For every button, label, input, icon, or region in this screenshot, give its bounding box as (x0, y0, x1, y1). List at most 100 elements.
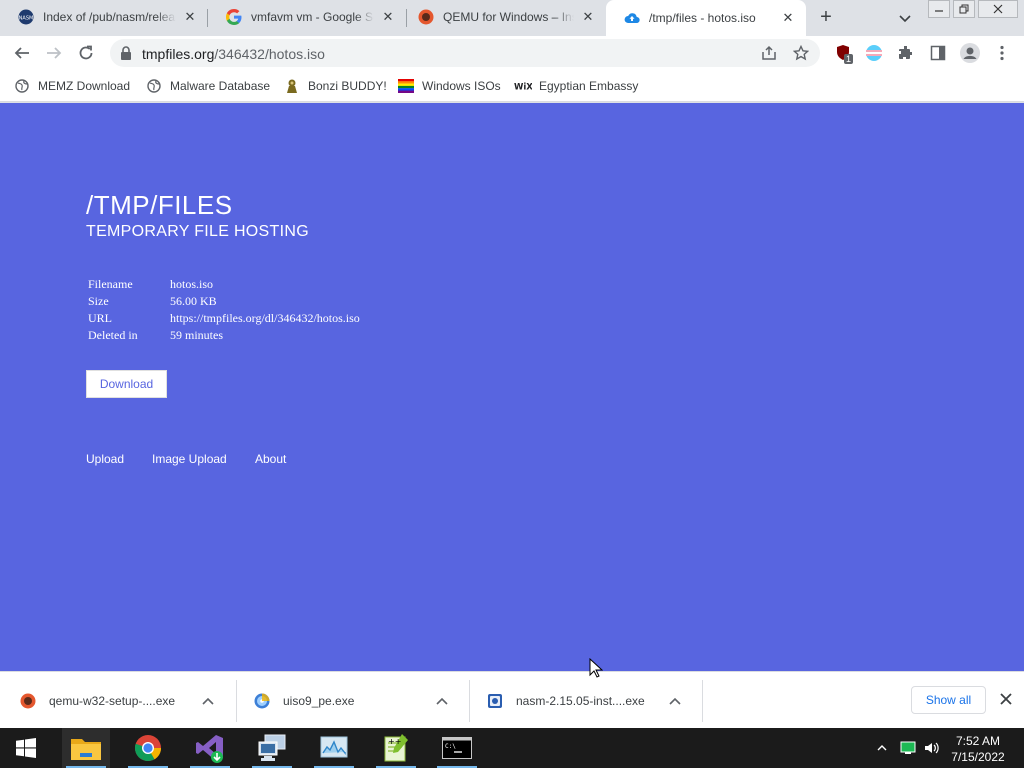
kebab-menu-icon (1000, 45, 1004, 61)
svg-text:WiX: WiX (514, 83, 532, 92)
tab-tmpfiles-active[interactable]: /tmp/files - hotos.iso ✕ (606, 0, 806, 36)
bookmark-memz-download[interactable]: MEMZ Download (14, 76, 130, 96)
page-content: /TMP/FILES TEMPORARY FILE HOSTING Filena… (0, 103, 1024, 671)
close-shelf-icon[interactable] (998, 691, 1014, 707)
bookmark-label: Windows ISOs (422, 79, 501, 93)
tab-search-chevron-icon[interactable] (895, 8, 915, 28)
site-subtitle: TEMPORARY FILE HOSTING (86, 223, 309, 240)
close-icon[interactable]: ✕ (182, 9, 198, 25)
folder-icon (71, 739, 101, 760)
download-item-nasm[interactable]: nasm-2.15.05-inst....exe (467, 680, 697, 722)
restore-button[interactable] (953, 0, 975, 18)
google-favicon-icon (226, 9, 242, 25)
bookmark-windows-isos[interactable]: Windows ISOs (398, 76, 501, 96)
bookmark-egyptian-embassy[interactable]: WiX Egyptian Embassy (514, 76, 638, 96)
globe-icon (146, 78, 162, 94)
tab-nasm-index[interactable]: NASM Index of /pub/nasm/releases ✕ (0, 0, 208, 34)
taskbar-resource-monitor[interactable] (310, 728, 358, 768)
network-status-icon[interactable] (900, 740, 916, 756)
reload-button[interactable] (74, 41, 98, 65)
forward-arrow-icon (47, 47, 62, 59)
filename-label: Filename (88, 277, 133, 291)
side-panel-button[interactable] (926, 41, 950, 65)
minimize-button[interactable] (928, 0, 950, 18)
back-button[interactable] (10, 41, 34, 65)
url-label: URL (88, 311, 112, 325)
svg-text:++: ++ (388, 737, 401, 746)
chrome-menu-button[interactable] (990, 41, 1014, 65)
taskbar-remote-desktop[interactable] (248, 728, 296, 768)
size-value: 56.00 KB (170, 294, 217, 308)
show-hidden-icons-chevron[interactable] (874, 740, 890, 756)
bookmark-label: MEMZ Download (38, 79, 131, 93)
url-value: https://tmpfiles.org/dl/346432/hotos.iso (170, 311, 360, 325)
download-separator (702, 680, 703, 722)
download-item-uiso9[interactable]: uiso9_pe.exe (234, 680, 464, 722)
close-icon[interactable]: ✕ (580, 9, 596, 25)
globe-icon (14, 78, 30, 94)
image-upload-link[interactable]: Image Upload (152, 452, 227, 466)
chevron-up-icon[interactable] (200, 694, 216, 708)
table-row: URL https://tmpfiles.org/dl/346432/hotos… (88, 311, 360, 328)
profile-button[interactable] (958, 41, 982, 65)
tab-title: /tmp/files - hotos.iso (649, 11, 756, 25)
new-tab-button[interactable]: + (814, 6, 838, 30)
tab-google-search[interactable]: vmfavm vm - Google Search ✕ (208, 0, 406, 34)
tab-title: Index of /pub/nasm/releases (43, 10, 176, 24)
chevron-up-icon[interactable] (434, 694, 450, 708)
close-icon[interactable]: ✕ (380, 9, 396, 25)
flag-extension-icon (866, 45, 882, 61)
window-close-button[interactable] (978, 0, 1018, 18)
trans-flag-extension-button[interactable] (862, 41, 886, 65)
bookmark-label: Bonzi BUDDY! (308, 79, 387, 93)
upload-link[interactable]: Upload (86, 452, 124, 466)
installer-icon (487, 693, 503, 709)
taskbar-file-explorer[interactable] (62, 728, 110, 768)
bookmark-star-icon[interactable] (792, 44, 810, 62)
nasm-favicon-icon: NASM (18, 9, 34, 25)
qemu-favicon-icon (418, 9, 434, 25)
chevron-up-icon[interactable] (667, 694, 683, 708)
tab-qemu[interactable]: QEMU for Windows – Installers ✕ (400, 0, 606, 34)
side-panel-icon (930, 45, 946, 61)
download-item-qemu[interactable]: qemu-w32-setup-....exe (0, 680, 230, 722)
bookmark-label: Egyptian Embassy (539, 79, 639, 93)
address-bar[interactable]: tmpfiles.org/346432/hotos.iso (110, 39, 820, 67)
deleted-in-label: Deleted in (88, 328, 138, 342)
windows-logo-icon (16, 738, 36, 758)
taskbar-visual-studio-installer[interactable] (186, 728, 234, 768)
bookmark-bonzi-buddy[interactable]: Bonzi BUDDY! (284, 76, 387, 96)
download-filename: nasm-2.15.05-inst....exe (516, 694, 645, 708)
taskbar-notepad-plus-plus[interactable]: ++ (372, 728, 420, 768)
chrome-icon (134, 735, 162, 762)
system-clock[interactable]: 7:52 AM 7/15/2022 (946, 733, 1010, 765)
volume-icon[interactable] (924, 740, 940, 756)
bookmark-malware-database[interactable]: Malware Database (146, 76, 270, 96)
share-icon[interactable] (760, 44, 778, 62)
terminal-icon: C:\ (442, 737, 472, 759)
about-link[interactable]: About (255, 452, 286, 466)
taskbar-chrome[interactable] (124, 728, 172, 768)
start-button[interactable] (2, 728, 50, 768)
monitor-graph-icon (320, 736, 348, 758)
back-arrow-icon (14, 47, 29, 59)
forward-button[interactable] (42, 41, 66, 65)
show-all-button[interactable]: Show all (911, 686, 986, 714)
bookmarks-bar: MEMZ Download Malware Database Bonzi BUD… (0, 70, 1024, 102)
site-title: /TMP/FILES (86, 190, 233, 220)
close-icon[interactable]: ✕ (780, 10, 796, 26)
extensions-button[interactable] (894, 41, 918, 65)
cloud-upload-icon (624, 10, 640, 26)
url-text: tmpfiles.org/346432/hotos.iso (142, 46, 325, 62)
download-filename: uiso9_pe.exe (283, 694, 355, 708)
taskbar-command-prompt[interactable]: C:\ (433, 728, 481, 768)
clock-date: 7/15/2022 (951, 750, 1005, 764)
table-row: Deleted in 59 minutes (88, 328, 360, 345)
svg-text:C:\: C:\ (445, 743, 456, 750)
mouse-cursor-icon (589, 657, 604, 678)
ublock-extension-button[interactable]: 1 (832, 41, 856, 65)
browser-toolbar: tmpfiles.org/346432/hotos.iso 1 (0, 36, 1024, 70)
visual-studio-icon (196, 735, 223, 763)
lock-icon[interactable] (120, 46, 132, 65)
download-button[interactable]: Download (86, 370, 167, 398)
